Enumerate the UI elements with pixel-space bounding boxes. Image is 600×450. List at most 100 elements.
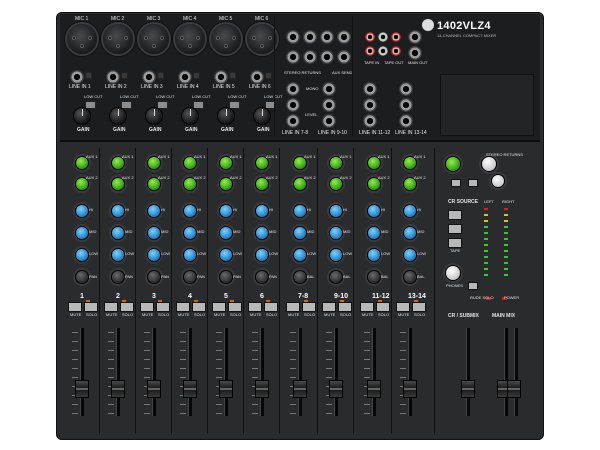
mute-button[interactable]: [212, 302, 226, 312]
mute-button[interactable]: [286, 302, 300, 312]
eq-hi-knob[interactable]: [294, 205, 306, 217]
eq-hi-knob[interactable]: [148, 205, 160, 217]
eq-low-knob[interactable]: [330, 249, 342, 261]
eq-low-knob[interactable]: [404, 249, 416, 261]
channel-fader[interactable]: [147, 380, 161, 398]
solo-button[interactable]: [302, 302, 316, 312]
pan-knob[interactable]: [112, 271, 124, 283]
channel-fader[interactable]: [219, 380, 233, 398]
solo-button[interactable]: [228, 302, 242, 312]
stereo-line-jack[interactable]: [363, 82, 377, 96]
eq-low-knob[interactable]: [368, 249, 380, 261]
stereo-line-jack[interactable]: [286, 114, 300, 128]
pan-knob[interactable]: [404, 271, 416, 283]
eq-hi-knob[interactable]: [76, 205, 88, 217]
pan-knob[interactable]: [220, 271, 232, 283]
return-jack[interactable]: [303, 50, 317, 64]
channel-fader[interactable]: [111, 380, 125, 398]
rca-jack-red[interactable]: [391, 46, 401, 56]
low-cut-switch[interactable]: [193, 101, 204, 109]
solo-button[interactable]: [156, 302, 170, 312]
xlr-mic-input-jack[interactable]: [67, 24, 97, 54]
mute-button[interactable]: [104, 302, 118, 312]
channel-fader[interactable]: [75, 380, 89, 398]
eq-low-knob[interactable]: [294, 249, 306, 261]
main-mix-fader-right[interactable]: [507, 380, 521, 398]
eq-mid-knob[interactable]: [112, 227, 124, 239]
eq-hi-knob[interactable]: [112, 205, 124, 217]
gain-knob[interactable]: [110, 108, 126, 124]
return-jack[interactable]: [337, 50, 351, 64]
gain-knob[interactable]: [254, 108, 270, 124]
return-to-aux-switch[interactable]: [468, 179, 478, 187]
eq-mid-knob[interactable]: [220, 227, 232, 239]
solo-button[interactable]: [376, 302, 390, 312]
cr-submix-fader[interactable]: [461, 380, 475, 398]
solo-button[interactable]: [192, 302, 206, 312]
insert-switch[interactable]: [193, 72, 200, 79]
eq-mid-knob[interactable]: [76, 227, 88, 239]
line-input-jack[interactable]: [178, 70, 192, 84]
channel-fader[interactable]: [367, 380, 381, 398]
aux1-master-switch[interactable]: [451, 179, 461, 187]
channel-fader[interactable]: [403, 380, 417, 398]
phones-switch[interactable]: [468, 282, 478, 290]
gain-knob[interactable]: [218, 108, 234, 124]
stereo-line-jack[interactable]: [363, 98, 377, 112]
gain-knob[interactable]: [146, 108, 162, 124]
rca-jack-white[interactable]: [378, 46, 388, 56]
rca-jack-red[interactable]: [365, 32, 375, 42]
solo-button[interactable]: [264, 302, 278, 312]
stereo-line-jack[interactable]: [399, 98, 413, 112]
line-input-jack[interactable]: [250, 70, 264, 84]
eq-mid-knob[interactable]: [368, 227, 380, 239]
eq-low-knob[interactable]: [76, 249, 88, 261]
eq-low-knob[interactable]: [220, 249, 232, 261]
line-input-jack[interactable]: [142, 70, 156, 84]
eq-hi-knob[interactable]: [256, 205, 268, 217]
mute-button[interactable]: [322, 302, 336, 312]
rca-jack-red[interactable]: [365, 46, 375, 56]
eq-low-knob[interactable]: [112, 249, 124, 261]
eq-low-knob[interactable]: [184, 249, 196, 261]
return-jack[interactable]: [320, 30, 334, 44]
channel-fader[interactable]: [293, 380, 307, 398]
xlr-mic-input-jack[interactable]: [175, 24, 205, 54]
channel-fader[interactable]: [329, 380, 343, 398]
pan-knob[interactable]: [368, 271, 380, 283]
eq-low-knob[interactable]: [256, 249, 268, 261]
line-input-jack[interactable]: [214, 70, 228, 84]
gain-knob[interactable]: [182, 108, 198, 124]
low-cut-switch[interactable]: [85, 101, 96, 109]
stereo-line-jack[interactable]: [322, 82, 336, 96]
xlr-mic-input-jack[interactable]: [211, 24, 241, 54]
channel-fader[interactable]: [255, 380, 269, 398]
low-cut-switch[interactable]: [229, 101, 240, 109]
rca-jack-white[interactable]: [378, 32, 388, 42]
stereo-returns-knob[interactable]: [482, 157, 496, 171]
return-jack[interactable]: [303, 30, 317, 44]
xlr-mic-input-jack[interactable]: [103, 24, 133, 54]
insert-switch[interactable]: [265, 72, 272, 79]
pan-knob[interactable]: [256, 271, 268, 283]
insert-switch[interactable]: [229, 72, 236, 79]
pan-knob[interactable]: [330, 271, 342, 283]
cr-source-main-mix-button[interactable]: [448, 210, 462, 220]
low-cut-switch[interactable]: [121, 101, 132, 109]
pan-knob[interactable]: [294, 271, 306, 283]
eq-hi-knob[interactable]: [404, 205, 416, 217]
stereo-line-jack[interactable]: [399, 114, 413, 128]
return-jack[interactable]: [337, 30, 351, 44]
main-out-jack[interactable]: [408, 46, 422, 60]
mute-button[interactable]: [360, 302, 374, 312]
cr-source-tape-button[interactable]: [448, 238, 462, 248]
main-out-jack[interactable]: [408, 30, 422, 44]
eq-mid-knob[interactable]: [404, 227, 416, 239]
stereo-line-jack[interactable]: [286, 82, 300, 96]
stereo-line-jack[interactable]: [363, 114, 377, 128]
pan-knob[interactable]: [148, 271, 160, 283]
insert-switch[interactable]: [85, 72, 92, 79]
mute-button[interactable]: [140, 302, 154, 312]
mute-button[interactable]: [176, 302, 190, 312]
aux1-master-knob[interactable]: [446, 157, 460, 171]
